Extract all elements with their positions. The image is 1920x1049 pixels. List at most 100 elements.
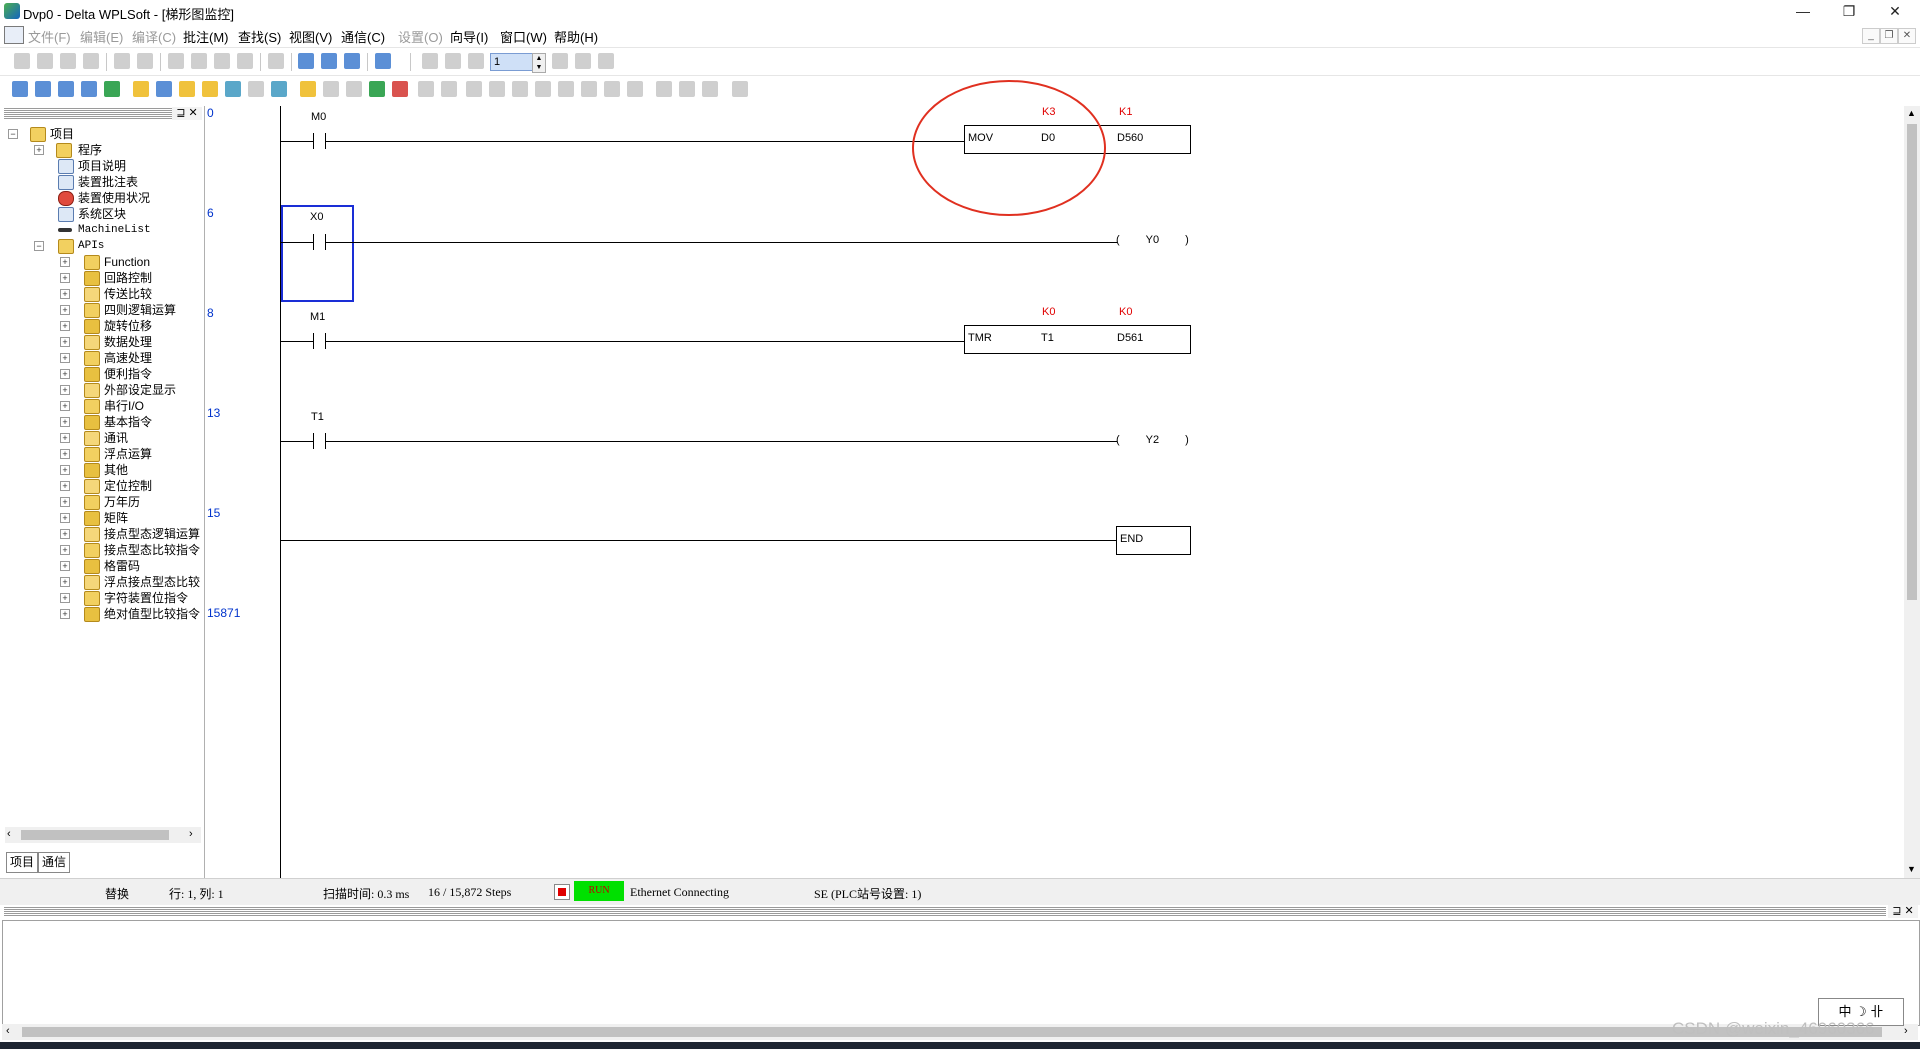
expand-icon[interactable]: + [60,465,70,475]
tab-project[interactable]: 项目 [6,852,39,873]
menu-wizard[interactable]: 向导(I) [450,27,488,46]
expand-icon[interactable]: + [60,257,70,267]
expand-icon[interactable]: + [60,305,70,315]
menu-settings[interactable]: 设置(O) [398,27,443,46]
expand-icon[interactable]: + [60,337,70,347]
document-system-icon[interactable] [4,26,24,44]
paste-icon[interactable] [214,53,230,69]
application-icon[interactable] [627,81,643,97]
search-device-icon[interactable] [656,81,672,97]
edit-mode-icon[interactable] [104,81,120,97]
list-icon[interactable] [346,81,362,97]
jump-icon[interactable] [268,53,284,69]
read-icon[interactable] [418,81,434,97]
find-icon[interactable] [298,53,314,69]
instruction-view-icon[interactable] [35,81,51,97]
refresh-icon[interactable] [575,53,591,69]
ladder-format-icon[interactable] [702,81,718,97]
expand-icon[interactable]: + [60,273,70,283]
cut-icon[interactable] [168,53,184,69]
undo-icon[interactable] [114,53,130,69]
scrollbar-thumb[interactable] [22,1027,1882,1037]
contact-no[interactable] [313,234,314,250]
ladder-monitor-icon[interactable] [300,81,316,97]
close-button[interactable]: ✕ [1872,0,1918,22]
search-instruction-icon[interactable] [679,81,695,97]
expand-icon[interactable]: + [60,385,70,395]
expand-icon[interactable]: + [60,513,70,523]
network-icon[interactable] [732,81,748,97]
expand-icon[interactable]: + [60,561,70,571]
sfc-view-icon[interactable] [58,81,74,97]
maximize-button[interactable]: ❐ [1826,0,1872,22]
zoom-in-icon[interactable] [321,53,337,69]
zoom-out-icon[interactable] [344,53,360,69]
print-icon[interactable] [83,53,99,69]
new-file-icon[interactable] [14,53,30,69]
contact-no[interactable] [313,133,314,149]
mdi-close-button[interactable]: ✕ [1898,28,1916,44]
copy-icon[interactable] [191,53,207,69]
scrollbar-thumb[interactable] [1907,124,1917,600]
ladder-diagram-area[interactable] [206,106,1903,878]
open-file-icon[interactable] [37,53,53,69]
note-icon[interactable] [248,81,264,97]
stop-icon[interactable] [552,53,568,69]
expand-icon[interactable]: + [60,529,70,539]
online-edit-icon[interactable] [202,81,218,97]
mdi-minimize-button[interactable]: _ [1862,28,1880,44]
monitor-edit-icon[interactable] [445,53,461,69]
tab-comm[interactable]: 通信 [38,852,71,873]
vertical-line-icon[interactable] [604,81,620,97]
write-icon[interactable] [441,81,457,97]
contact-no[interactable] [313,433,314,449]
device-icon[interactable] [133,81,149,97]
step-input[interactable]: 1 [490,53,533,71]
ladder-vertical-scrollbar[interactable]: ▲ ▼ [1904,106,1920,878]
ladder-view-icon[interactable] [12,81,28,97]
contact-no-icon[interactable] [466,81,482,97]
expand-icon[interactable]: + [60,369,70,379]
step-spinner[interactable]: ▲ ▼ [532,53,546,73]
save-icon[interactable] [60,53,76,69]
menu-comment[interactable]: 批注(M) [183,27,229,46]
contact-falling-icon[interactable] [535,81,551,97]
expand-icon[interactable]: + [60,609,70,619]
output-pane-close[interactable]: ⊒ ✕ [1888,905,1918,918]
delete-icon[interactable] [237,53,253,69]
expand-icon[interactable]: + [60,321,70,331]
horizontal-line-icon[interactable] [581,81,597,97]
redo-icon[interactable] [137,53,153,69]
project-panel-close[interactable]: ⊒ ✕ [172,107,202,120]
bulb-icon[interactable] [271,81,287,97]
menu-find[interactable]: 查找(S) [238,27,281,46]
step-icon[interactable] [468,53,484,69]
menu-comm[interactable]: 通信(C) [341,27,385,46]
expand-icon[interactable]: + [60,545,70,555]
grid-icon[interactable] [323,81,339,97]
coil-icon[interactable] [558,81,574,97]
expand-icon[interactable]: + [60,289,70,299]
expand-icon[interactable]: + [60,497,70,507]
menu-compile[interactable]: 编译(C) [132,27,176,46]
expand-icon[interactable]: + [60,433,70,443]
expand-icon[interactable]: + [60,449,70,459]
help-icon[interactable] [375,53,391,69]
expand-icon[interactable]: + [60,577,70,587]
contact-rising-icon[interactable] [512,81,528,97]
project-panel-scrollbar[interactable]: ‹ › [5,827,201,843]
output-coil[interactable]: (Y0) [1116,234,1189,246]
output-pane-grip[interactable] [4,907,1886,917]
menu-view[interactable]: 视图(V) [289,27,332,46]
plc-stop-indicator-icon[interactable] [554,884,570,900]
expand-icon[interactable]: + [60,481,70,491]
menu-edit[interactable]: 编辑(E) [80,27,123,46]
menu-window[interactable]: 窗口(W) [500,27,547,46]
contact-nc-icon[interactable] [489,81,505,97]
comment-icon[interactable] [225,81,241,97]
expand-icon[interactable]: + [60,401,70,411]
comment-view-icon[interactable] [81,81,97,97]
expand-icon[interactable]: + [60,417,70,427]
table-icon[interactable] [156,81,172,97]
output-pane-scrollbar[interactable]: ‹ › [2,1024,1918,1040]
